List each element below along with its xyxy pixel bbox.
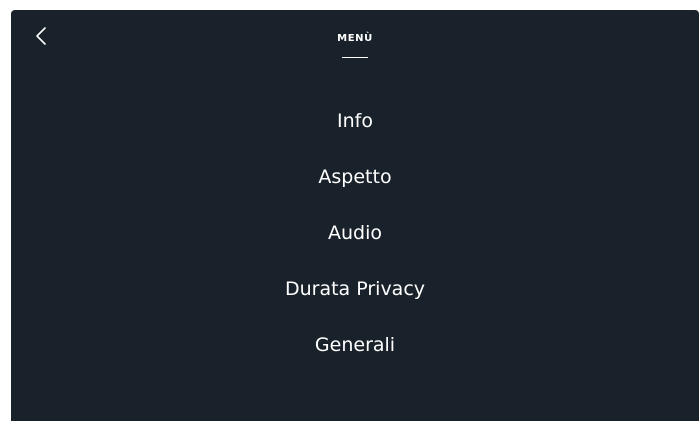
header: MENÙ <box>11 33 699 58</box>
page-title: MENÙ <box>337 33 373 44</box>
menu-item-label: Info <box>337 110 373 132</box>
menu-item-generali[interactable]: Generali <box>245 330 465 386</box>
menu-item-audio[interactable]: Audio <box>245 218 465 274</box>
menu-item-label: Generali <box>314 334 396 356</box>
menu-item-info[interactable]: Info <box>245 106 465 162</box>
menu-list: Info Aspetto Audio Durata Privacy Genera… <box>11 106 699 386</box>
menu-item-aspetto[interactable]: Aspetto <box>245 162 465 218</box>
menu-panel: MENÙ Info Aspetto Audio Durata Privacy G… <box>11 10 699 421</box>
title-underline <box>342 57 368 58</box>
menu-item-label: Durata Privacy <box>284 278 426 300</box>
menu-item-label: Aspetto <box>318 166 392 188</box>
menu-item-label: Audio <box>327 222 382 244</box>
menu-item-durata-privacy[interactable]: Durata Privacy <box>245 274 465 330</box>
